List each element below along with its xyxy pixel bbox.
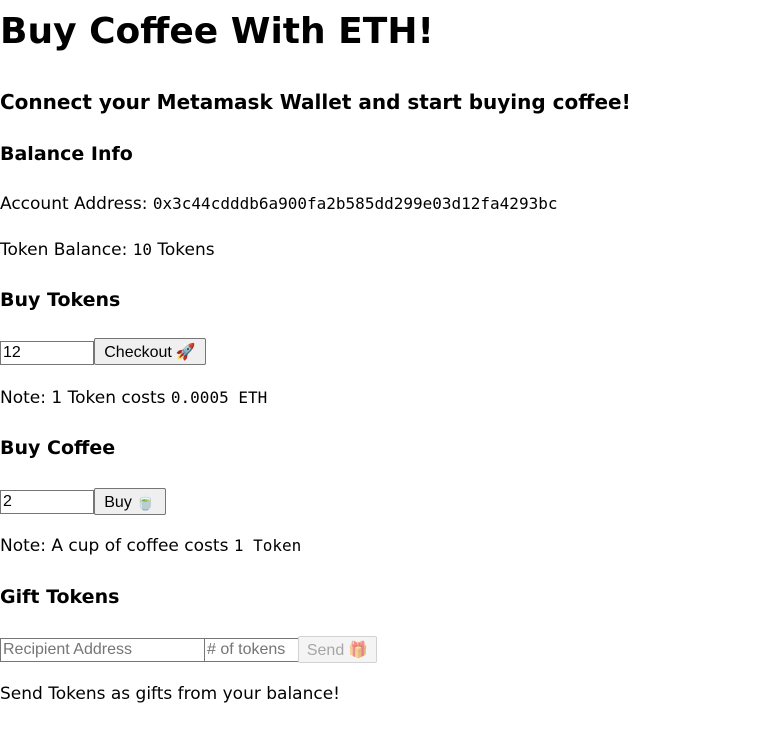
token-balance-label: Token Balance: bbox=[0, 240, 133, 260]
coffee-quantity-input[interactable] bbox=[0, 490, 94, 514]
page-title: Buy Coffee With ETH! bbox=[0, 11, 434, 52]
gift-icon: 🎁 bbox=[348, 641, 369, 659]
buy-tokens-heading: Buy Tokens bbox=[0, 289, 121, 311]
checkout-label: Checkout bbox=[104, 343, 172, 361]
gift-footer-text: Send Tokens as gifts from your balance! bbox=[0, 684, 340, 704]
checkout-button[interactable]: Checkout 🚀 bbox=[94, 338, 206, 365]
send-gift-button[interactable]: Send 🎁 bbox=[298, 636, 377, 663]
account-address-value: 0x3c44cdddb6a900fa2b585dd299e03d12fa4293… bbox=[152, 194, 558, 213]
token-cost-value: 0.0005 ETH bbox=[170, 388, 268, 407]
token-balance-count: 10 bbox=[132, 240, 152, 259]
page-subtitle: Connect your Metamask Wallet and start b… bbox=[0, 90, 631, 114]
balance-heading: Balance Info bbox=[0, 143, 133, 165]
coffee-cost-label: Note: A cup of coffee costs bbox=[0, 536, 234, 556]
coffee-cost-value: 1 Token bbox=[233, 536, 302, 555]
coffee-cost-note: Note: A cup of coffee costs 1 Token bbox=[0, 538, 301, 555]
token-quantity-input[interactable] bbox=[0, 341, 94, 365]
account-address-line: Account Address: 0x3c44cdddb6a900fa2b585… bbox=[0, 196, 557, 213]
buy-coffee-button[interactable]: Buy 🍵 bbox=[94, 488, 166, 515]
token-balance-unit: Tokens bbox=[151, 240, 215, 260]
send-label: Send bbox=[306, 641, 345, 659]
token-cost-note: Note: 1 Token costs 0.0005 ETH bbox=[0, 390, 267, 407]
coffee-cup-icon: 🍵 bbox=[135, 493, 156, 511]
token-cost-label: Note: 1 Token costs bbox=[0, 388, 171, 408]
gift-amount-input[interactable] bbox=[204, 638, 299, 662]
gift-tokens-heading: Gift Tokens bbox=[0, 586, 120, 608]
recipient-address-input[interactable] bbox=[0, 638, 205, 662]
buy-coffee-heading: Buy Coffee bbox=[0, 437, 116, 459]
buy-label: Buy bbox=[104, 493, 132, 511]
rocket-icon: 🚀 bbox=[175, 343, 196, 361]
token-balance-line: Token Balance: 10 Tokens bbox=[0, 242, 215, 259]
account-address-label: Account Address: bbox=[0, 194, 153, 214]
